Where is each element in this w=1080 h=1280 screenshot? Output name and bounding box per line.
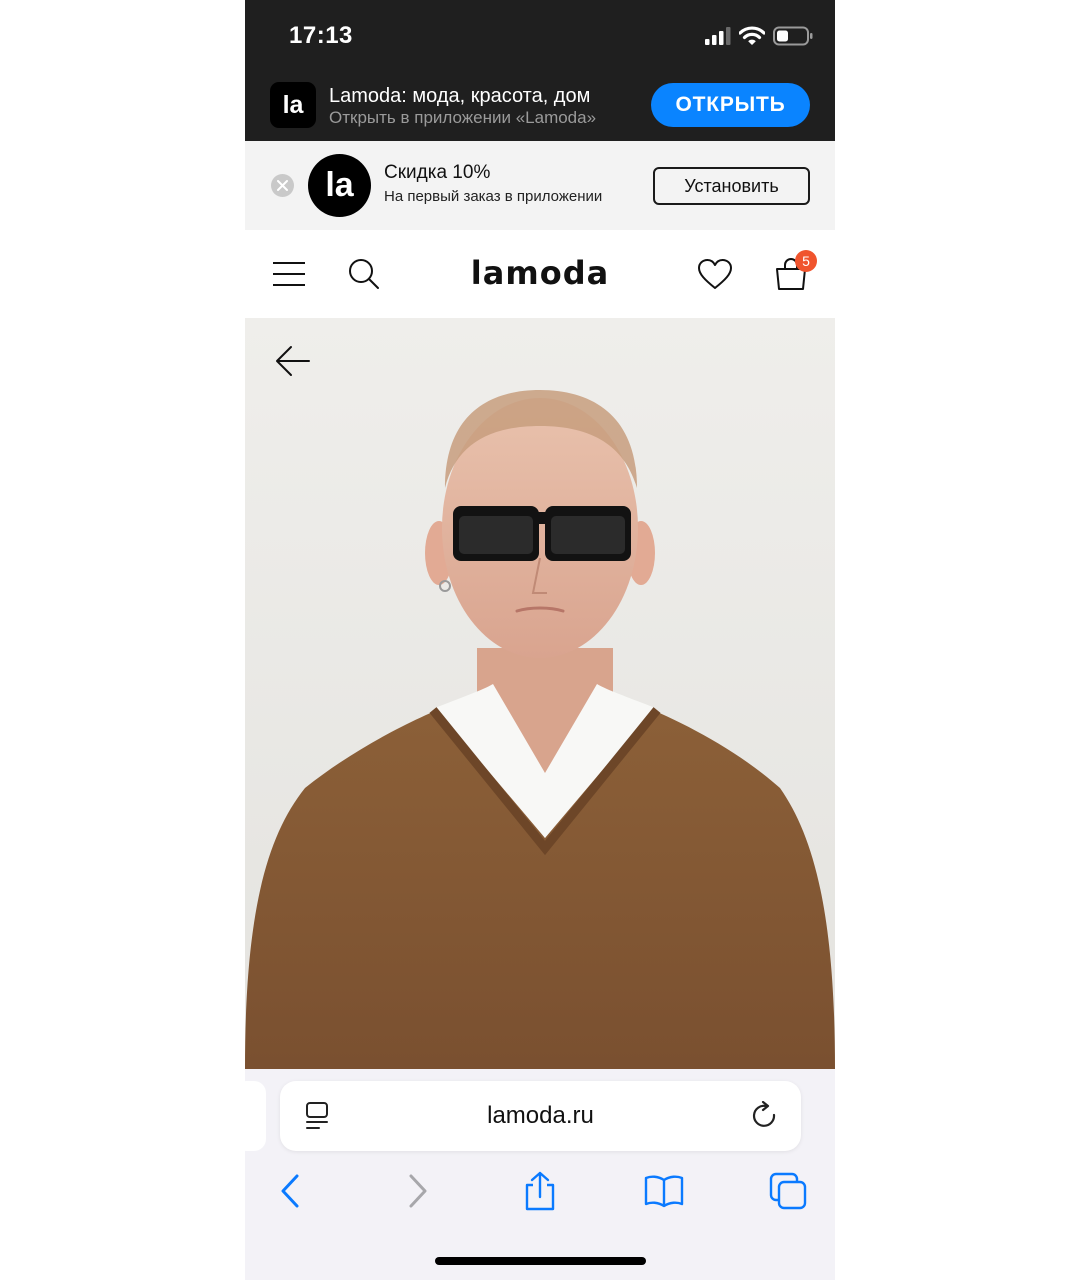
smart-app-banner: la Lamoda: мода, красота, дом Открыть в … <box>245 72 835 141</box>
status-time: 17:13 <box>289 22 353 49</box>
install-button[interactable]: Установить <box>653 167 810 205</box>
open-app-button[interactable]: ОТКРЫТЬ <box>651 83 810 127</box>
cellular-signal-icon <box>705 27 731 45</box>
product-image[interactable] <box>245 318 835 1069</box>
battery-icon <box>773 26 813 46</box>
promo-logo: la <box>308 154 371 217</box>
tabs-icon[interactable] <box>768 1171 808 1211</box>
home-indicator <box>435 1257 646 1265</box>
app-banner-title: Lamoda: мода, красота, дом <box>329 85 591 107</box>
url-text: lamoda.ru <box>487 1102 594 1129</box>
previous-tab-preview[interactable] <box>245 1081 266 1151</box>
wifi-icon <box>739 26 765 45</box>
phone-screen: 17:13 la Lamoda: мода, красота, дом Откр… <box>245 0 835 1280</box>
site-header: lamoda 5 <box>245 230 835 318</box>
cart-count-badge: 5 <box>795 250 817 272</box>
address-bar[interactable]: lamoda.ru <box>280 1081 801 1151</box>
promo-subtitle: На первый заказ в приложении <box>384 188 603 205</box>
close-icon[interactable] <box>271 174 294 197</box>
brand-logo[interactable]: lamoda <box>245 254 835 292</box>
status-bar: 17:13 <box>245 0 835 72</box>
forward-icon[interactable] <box>397 1171 437 1211</box>
arrow-left-icon[interactable] <box>275 344 315 380</box>
app-banner-subtitle: Открыть в приложении «Lamoda» <box>329 108 597 127</box>
promo-title: Скидка 10% <box>384 162 491 183</box>
share-icon[interactable] <box>520 1171 560 1211</box>
promo-banner: la Скидка 10% На первый заказ в приложен… <box>245 141 835 230</box>
app-icon: la <box>270 82 316 128</box>
status-icons <box>705 24 813 48</box>
browser-toolbar: lamoda.ru <box>245 1069 835 1280</box>
reload-icon[interactable] <box>750 1100 780 1131</box>
heart-icon[interactable] <box>697 256 733 292</box>
product-photo <box>245 318 835 1069</box>
bookmarks-icon[interactable] <box>644 1171 684 1211</box>
back-icon[interactable] <box>271 1171 311 1211</box>
